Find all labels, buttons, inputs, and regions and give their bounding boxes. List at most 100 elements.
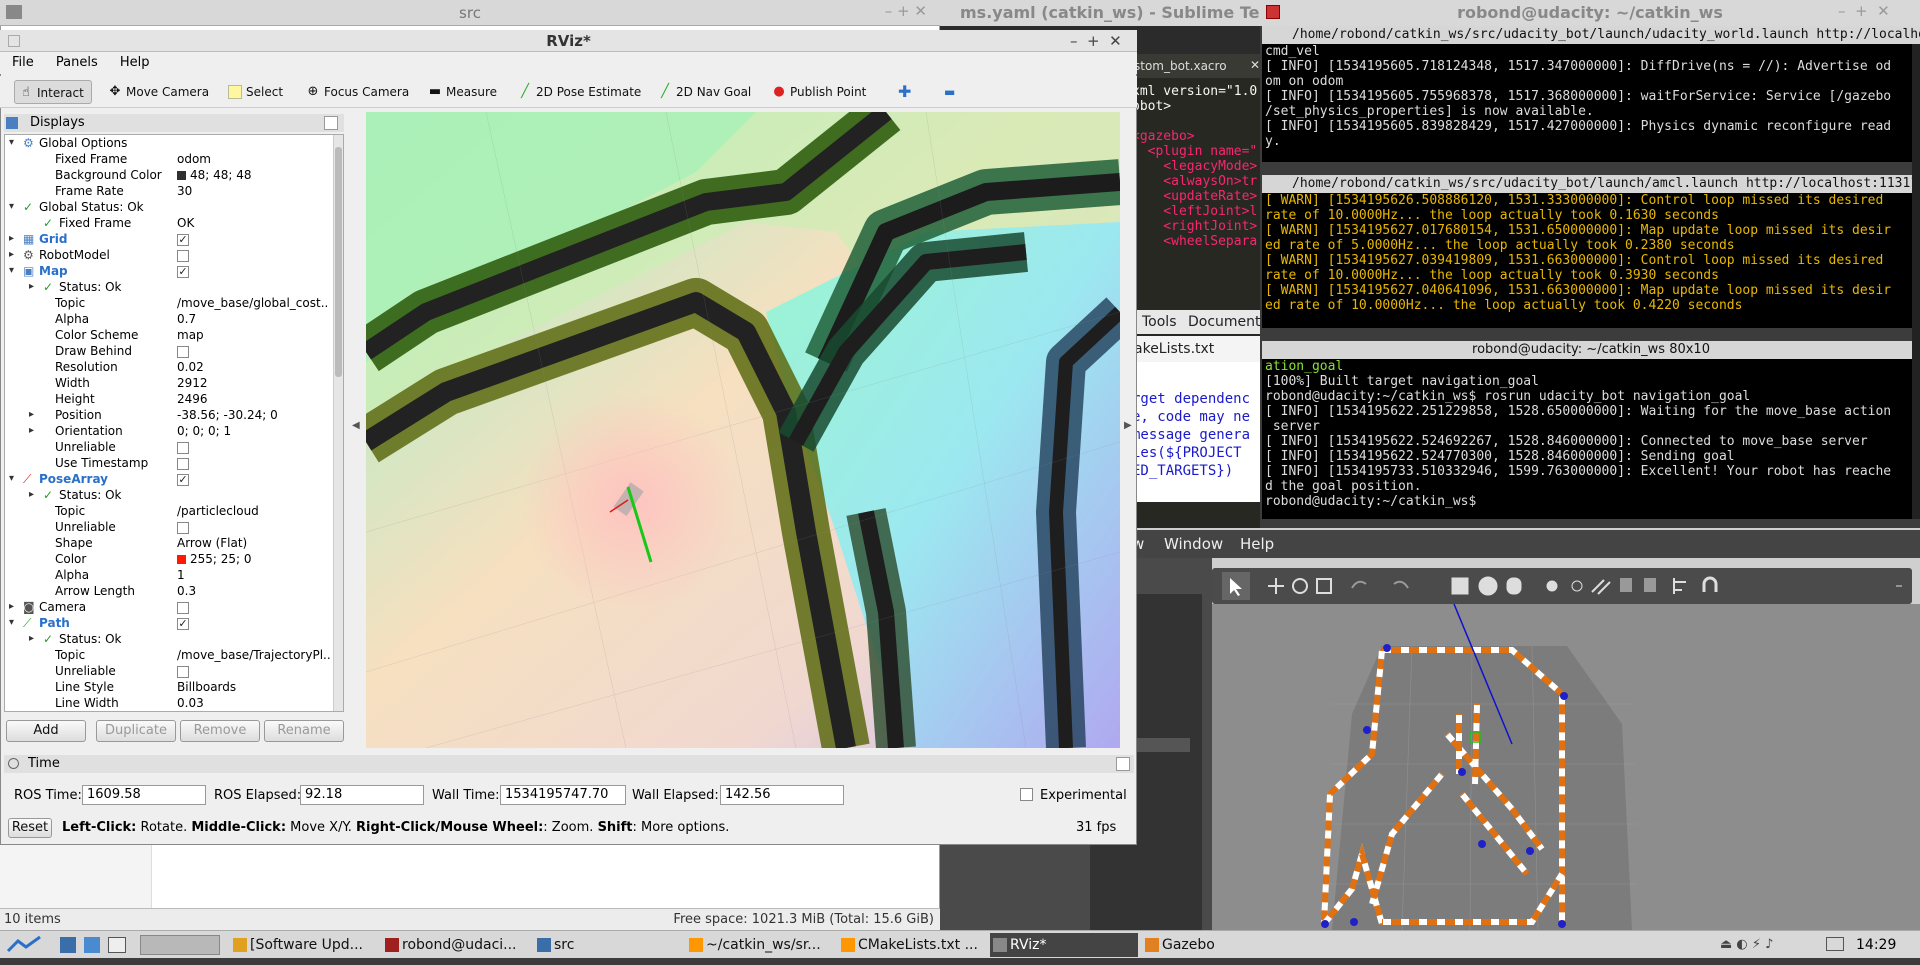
visibility-checkbox[interactable] xyxy=(177,249,189,262)
workspace-switcher[interactable] xyxy=(140,935,220,955)
tree-row-value[interactable] xyxy=(177,439,335,455)
expand-right-icon[interactable]: ▸ xyxy=(9,231,19,247)
tree-row[interactable]: ▸ Position -38.56; -30.24; 0 xyxy=(5,407,335,423)
tree-row[interactable]: ▸ ✓ Status: Ok xyxy=(5,631,335,647)
wall-elapsed-field[interactable]: 142.56 xyxy=(720,785,844,805)
add-tool-icon[interactable]: ✚ xyxy=(880,80,911,104)
launcher-browser-icon[interactable] xyxy=(84,937,100,953)
tree-row-value[interactable] xyxy=(177,599,335,615)
duplicate-button[interactable]: Duplicate xyxy=(96,720,176,742)
cmake-code[interactable]: rget dependenc e, code may ne message gene… xyxy=(1132,390,1260,502)
fm-window-controls[interactable]: – + ✕ xyxy=(880,2,940,24)
collapse-left-icon[interactable]: ◀ xyxy=(352,420,360,431)
tree-row[interactable]: Use Timestamp xyxy=(5,455,335,471)
tree-row[interactable]: Line Style Billboards xyxy=(5,679,335,695)
tree-row[interactable]: Height 2496 xyxy=(5,391,335,407)
tool-2d-pose-estimate[interactable]: ╱ 2D Pose Estimate xyxy=(514,80,641,104)
tree-row[interactable]: ▸ ▦ Grid ✓ xyxy=(5,231,335,247)
tree-row[interactable]: Frame Rate 30 xyxy=(5,183,335,199)
expand-down-icon[interactable]: ▾ xyxy=(9,615,19,631)
task-sublime[interactable]: ~/catkin_ws/sr... xyxy=(686,933,834,957)
tool-select[interactable]: Select xyxy=(224,80,283,104)
tree-row[interactable]: ▸ Orientation 0; 0; 0; 1 xyxy=(5,423,335,439)
launcher-files-icon[interactable] xyxy=(60,937,76,953)
visibility-checkbox[interactable] xyxy=(177,665,189,678)
tree-row[interactable]: Unreliable xyxy=(5,663,335,679)
visibility-checkbox[interactable]: ✓ xyxy=(177,473,189,486)
gz-menu-window[interactable]: Window xyxy=(1164,530,1223,558)
tree-row[interactable]: ▾ ▣ Map ✓ xyxy=(5,263,335,279)
tool-move-camera[interactable]: ✥ Move Camera xyxy=(104,80,210,104)
tree-scrollbar[interactable] xyxy=(333,135,343,711)
tool-focus-camera[interactable]: ⊕ Focus Camera xyxy=(302,80,410,104)
displays-undock-button[interactable] xyxy=(324,116,338,130)
start-menu-icon[interactable] xyxy=(4,935,44,955)
rename-button[interactable]: Rename xyxy=(264,720,344,742)
pane3-output[interactable]: ation_goal [100%] Built target navigation… xyxy=(1262,359,1912,519)
expand-right-icon[interactable]: ▸ xyxy=(29,487,39,503)
pane2-output[interactable]: [ WARN] [1534195626.508886120, 1531.3330… xyxy=(1262,193,1912,328)
expand-right-icon[interactable]: ▸ xyxy=(9,599,19,615)
wall-time-field[interactable]: 1534195747.70 xyxy=(500,785,626,805)
tree-row[interactable]: Unreliable xyxy=(5,439,335,455)
gazebo-3d-scene[interactable] xyxy=(1212,603,1920,931)
expand-right-icon[interactable]: ▸ xyxy=(29,423,39,439)
menu-help[interactable]: Help xyxy=(120,55,150,70)
rviz-title[interactable]: RViz* xyxy=(0,30,1137,52)
visibility-checkbox[interactable]: ✓ xyxy=(177,617,189,630)
ros-elapsed-field[interactable]: 92.18 xyxy=(300,785,424,805)
tree-row-value[interactable]: ✓ xyxy=(177,471,335,487)
tree-row[interactable]: Arrow Length 0.3 xyxy=(5,583,335,599)
remove-tool-icon[interactable]: ▬ xyxy=(926,80,955,104)
tool-interact[interactable]: ☝ Interact xyxy=(14,80,92,104)
tool-measure[interactable]: ▬ Measure xyxy=(424,80,497,104)
tree-row[interactable]: Alpha 0.7 xyxy=(5,311,335,327)
task-src-folder[interactable]: src xyxy=(534,933,682,957)
task-gazebo[interactable]: Gazebo xyxy=(1142,933,1290,957)
expand-right-icon[interactable]: ▸ xyxy=(9,247,19,263)
menu-tools[interactable]: Tools xyxy=(1142,310,1177,334)
add-button[interactable]: Add xyxy=(6,720,86,742)
collapse-right-icon[interactable]: ▶ xyxy=(1124,420,1132,431)
scroll-thumb[interactable] xyxy=(335,147,342,377)
time-undock-button[interactable] xyxy=(1116,757,1130,771)
expand-down-icon[interactable]: ▾ xyxy=(9,263,19,279)
menu-document[interactable]: Document xyxy=(1188,310,1261,334)
tree-row[interactable]: Color Scheme map xyxy=(5,327,335,343)
tree-row[interactable]: ▸ ◙ Camera xyxy=(5,599,335,615)
visibility-checkbox[interactable] xyxy=(177,521,189,534)
ros-time-field[interactable]: 1609.58 xyxy=(82,785,206,805)
tree-row[interactable]: Fixed Frame odom xyxy=(5,151,335,167)
rviz-3d-view[interactable] xyxy=(366,112,1120,748)
tool-publish-point[interactable]: ● Publish Point xyxy=(768,80,866,104)
expand-down-icon[interactable]: ▾ xyxy=(9,199,19,215)
rviz-window-controls[interactable]: – + ✕ xyxy=(1070,30,1136,52)
tree-row[interactable]: Alpha 1 xyxy=(5,567,335,583)
tree-row-value[interactable] xyxy=(177,247,335,263)
tree-row[interactable]: ▸ ✓ Status: Ok xyxy=(5,487,335,503)
close-icon[interactable]: ✕ xyxy=(1250,58,1260,72)
tree-row-value[interactable] xyxy=(177,663,335,679)
gz-menu-help[interactable]: Help xyxy=(1240,530,1274,558)
visibility-checkbox[interactable] xyxy=(177,601,189,614)
tree-row[interactable]: ▾ ✓ Global Status: Ok xyxy=(5,199,335,215)
tree-row[interactable]: Resolution 0.02 xyxy=(5,359,335,375)
menu-file[interactable]: File xyxy=(12,55,34,70)
clock[interactable]: 14:29 xyxy=(1856,931,1896,959)
tree-row[interactable]: Topic/move_base/TrajectoryPl.. xyxy=(5,647,335,663)
tree-row[interactable]: Background Color 48; 48; 48 xyxy=(5,167,335,183)
tree-row-value[interactable]: ✓ xyxy=(177,263,335,279)
tree-row[interactable]: ✓ Fixed Frame OK xyxy=(5,215,335,231)
tree-row[interactable]: ▸ ⚙ RobotModel xyxy=(5,247,335,263)
expand-down-icon[interactable]: ▾ xyxy=(9,135,19,151)
expand-right-icon[interactable]: ▸ xyxy=(29,279,39,295)
task-cmakelists[interactable]: CMakeLists.txt ... xyxy=(838,933,986,957)
tree-row[interactable]: Topic/move_base/global_cost.. xyxy=(5,295,335,311)
terminal-title[interactable]: robond@udacity: ~/catkin_ws xyxy=(1260,0,1920,26)
expand-right-icon[interactable]: ▸ xyxy=(29,407,39,423)
tree-row[interactable]: ▸ ✓ Status: Ok xyxy=(5,279,335,295)
task-software-updater[interactable]: [Software Upd... xyxy=(230,933,378,957)
tree-row-value[interactable]: ✓ xyxy=(177,615,335,631)
file-manager-title[interactable]: src xyxy=(0,0,940,26)
reset-button[interactable]: Reset xyxy=(8,818,52,838)
